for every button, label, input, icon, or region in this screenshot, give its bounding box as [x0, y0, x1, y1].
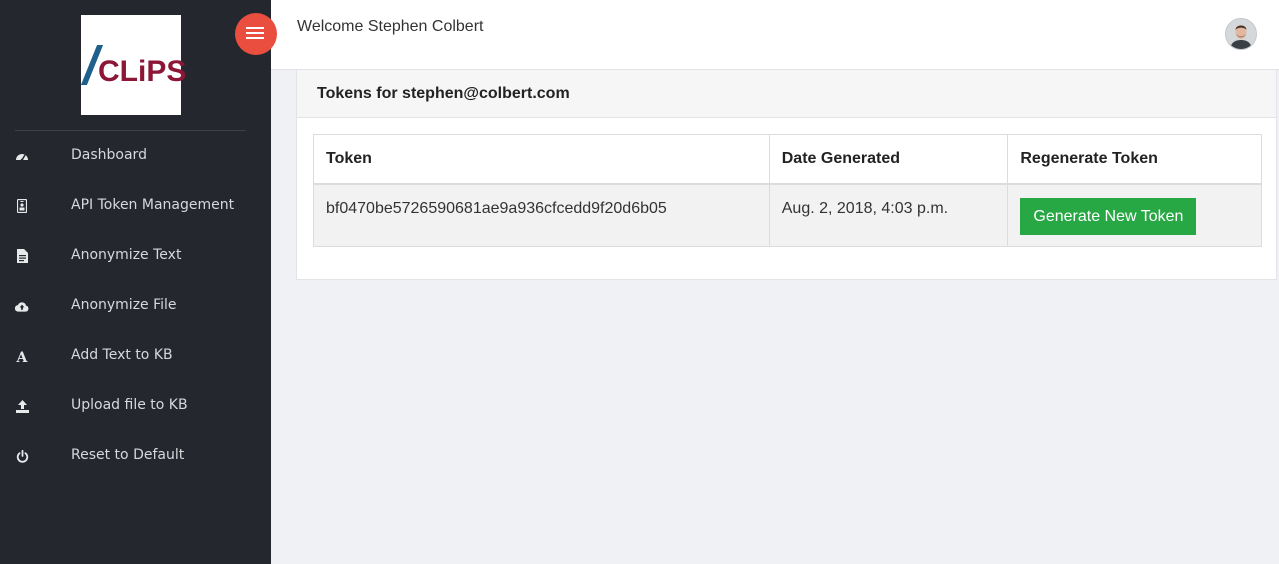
- tokens-card: Tokens for stephen@colbert.com Token Dat…: [296, 70, 1277, 280]
- date-generated-cell: Aug. 2, 2018, 4:03 p.m.: [768, 183, 1009, 247]
- sidebar-item-label: Upload file to KB: [71, 397, 188, 413]
- generate-new-token-button[interactable]: Generate New Token: [1020, 197, 1197, 235]
- id-badge-icon: [15, 199, 29, 213]
- sidebar-item-label: Anonymize File: [71, 297, 177, 313]
- sidebar-toggle-button[interactable]: [235, 13, 277, 55]
- menu-icon-bar: [246, 37, 264, 39]
- card-header: Tokens for stephen@colbert.com: [297, 70, 1276, 118]
- clips-logo[interactable]: CLiPS: [80, 15, 186, 115]
- sidebar-item-anonymize-text[interactable]: Anonymize Text: [0, 231, 271, 281]
- tokens-table: Token Date Generated Regenerate Token bf…: [313, 134, 1262, 247]
- user-avatar[interactable]: [1225, 18, 1257, 50]
- user-avatar-image: [1226, 19, 1256, 49]
- dashboard-icon: [15, 149, 29, 163]
- table-header-row: Token Date Generated Regenerate Token: [313, 134, 1262, 185]
- table-row: bf0470be5726590681ae9a936cfcedd9f20d6b05…: [313, 183, 1262, 247]
- sidebar-item-label: Anonymize Text: [71, 247, 182, 263]
- font-icon: A: [15, 349, 29, 363]
- upload-icon: [15, 399, 29, 413]
- sidebar-item-label: Dashboard: [71, 147, 147, 163]
- column-header-date-generated: Date Generated: [768, 134, 1009, 185]
- sidebar-item-anonymize-file[interactable]: Anonymize File: [0, 281, 271, 331]
- sidebar-item-reset-to-default[interactable]: Reset to Default: [0, 431, 271, 481]
- sidebar-item-label: Reset to Default: [71, 447, 185, 463]
- menu-icon-bar: [246, 32, 264, 34]
- sidebar: CLiPS Dashboard API Token Management Ano…: [0, 0, 271, 564]
- column-header-regenerate-token: Regenerate Token: [1007, 134, 1262, 185]
- power-icon: [15, 449, 29, 463]
- token-value-cell: bf0470be5726590681ae9a936cfcedd9f20d6b05: [313, 183, 770, 247]
- file-text-icon: [15, 249, 29, 263]
- sidebar-item-dashboard[interactable]: Dashboard: [0, 131, 271, 181]
- sidebar-item-add-text-to-kb[interactable]: A Add Text to KB: [0, 331, 271, 381]
- sidebar-item-api-token-management[interactable]: API Token Management: [0, 181, 271, 231]
- column-header-token: Token: [313, 134, 770, 185]
- logo-text: CLiPS: [98, 55, 187, 88]
- top-header: Welcome Stephen Colbert: [271, 0, 1279, 70]
- sidebar-item-label: Add Text to KB: [71, 347, 173, 363]
- regenerate-token-cell: Generate New Token: [1007, 183, 1262, 247]
- sidebar-item-label: API Token Management: [71, 197, 235, 213]
- sidebar-item-upload-file-to-kb[interactable]: Upload file to KB: [0, 381, 271, 431]
- card-title: Tokens for stephen@colbert.com: [317, 85, 570, 102]
- welcome-message: Welcome Stephen Colbert: [297, 18, 484, 35]
- cloud-upload-icon: [15, 299, 29, 313]
- sidebar-nav: Dashboard API Token Management Anonymize…: [0, 131, 271, 481]
- menu-icon-bar: [246, 27, 264, 29]
- svg-text:A: A: [16, 350, 29, 363]
